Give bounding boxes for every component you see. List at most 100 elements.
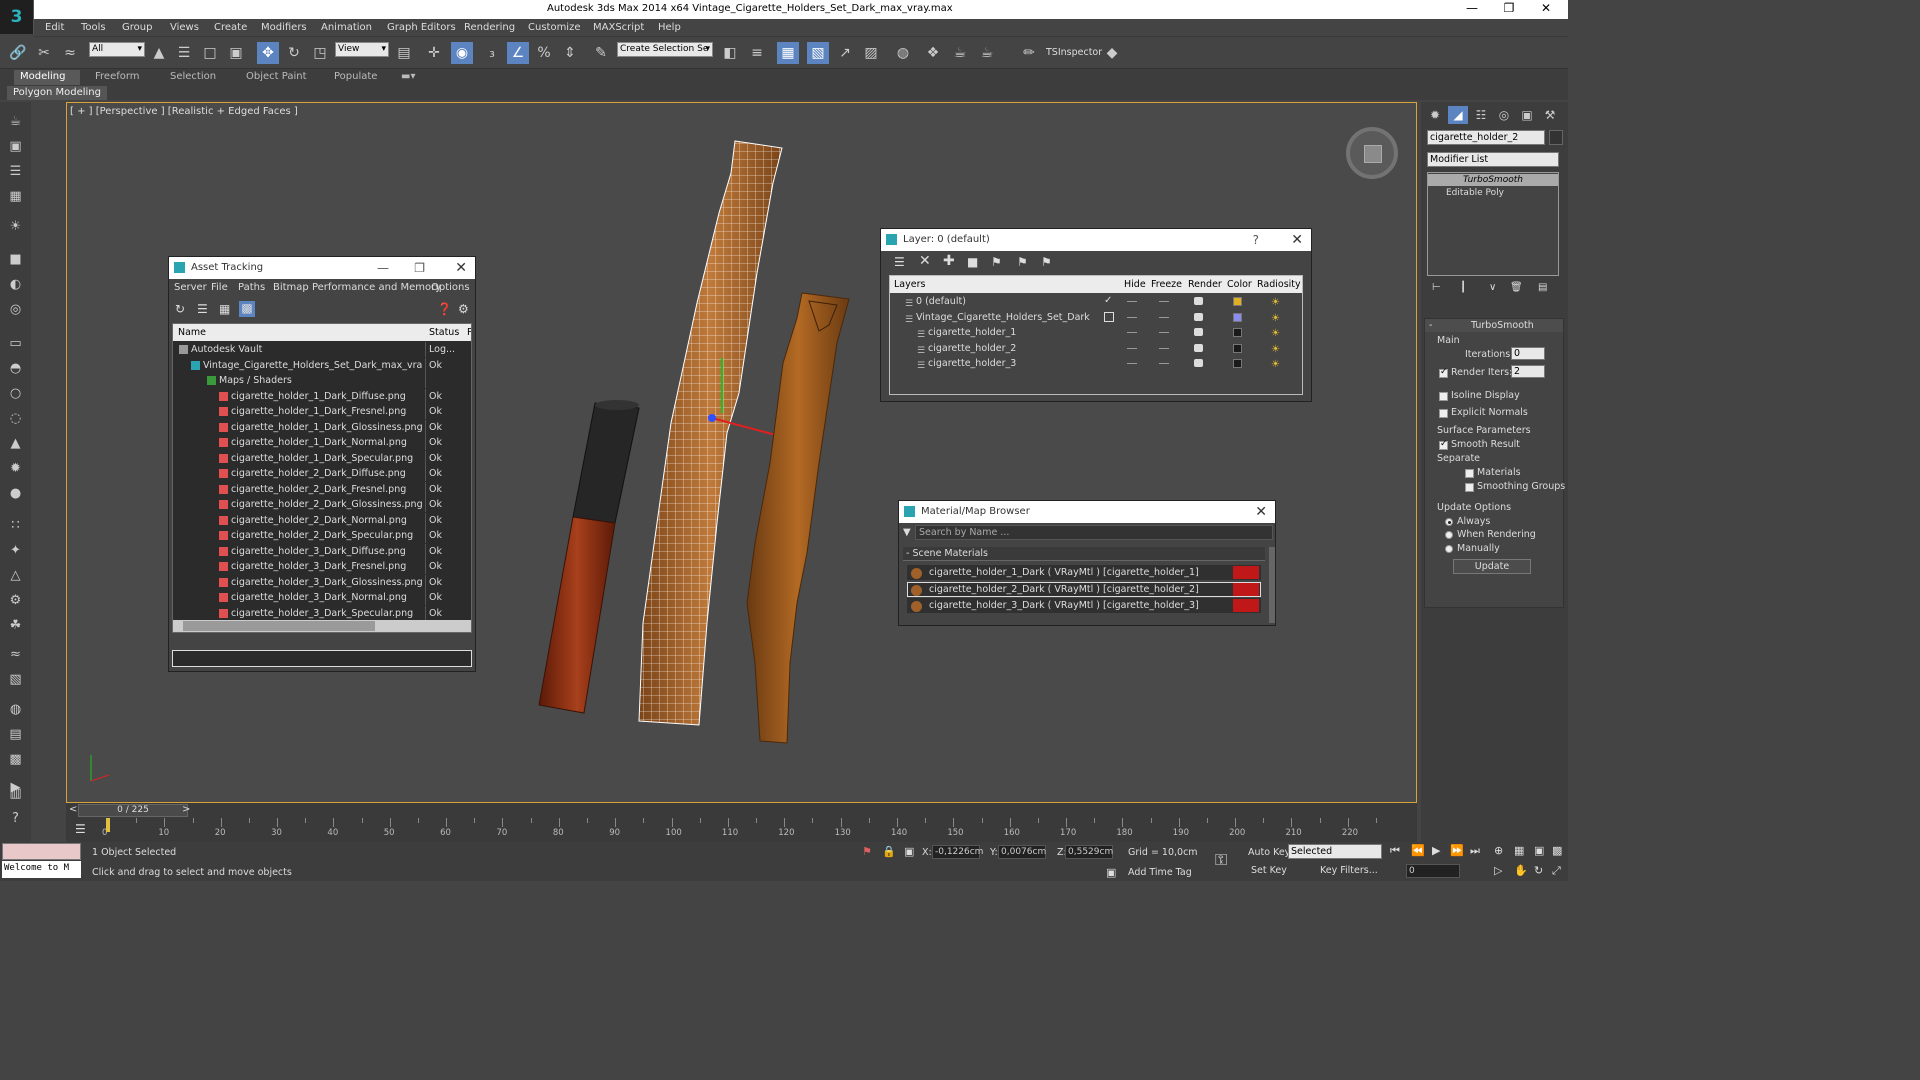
tsinspector-label[interactable]: TSInspector (1046, 47, 1102, 58)
maxscript-listener-top[interactable] (2, 843, 81, 860)
asset-row[interactable]: Autodesk Vault Log... (173, 342, 471, 358)
angle-snap-icon[interactable]: ∠ (507, 42, 529, 64)
minimize-button[interactable]: — (1457, 1, 1487, 15)
leaf-icon[interactable]: ☘ (6, 616, 25, 635)
asset-row[interactable]: cigarette_holder_1_Dark_Fresnel.png Ok (173, 404, 471, 420)
auto-key-button[interactable]: Auto Key (1248, 847, 1290, 858)
highlight-icon[interactable]: ⚑ (991, 255, 1002, 269)
asset-row[interactable]: cigarette_holder_2_Dark_Diffuse.png Ok (173, 466, 471, 482)
sun-icon[interactable]: ✹ (6, 459, 25, 478)
teapot-icon[interactable]: ☕ (6, 112, 25, 131)
render-teapot-icon[interactable] (1194, 343, 1203, 352)
asset-row[interactable]: cigarette_holder_1_Dark_Diffuse.png Ok (173, 388, 471, 405)
layer-close-button[interactable]: ✕ (1291, 229, 1303, 251)
tsinspector-icon[interactable]: ✏ (1018, 42, 1040, 64)
material-browser-titlebar[interactable]: Material/Map Browser ✕ (899, 501, 1275, 523)
maximize-button[interactable]: ❐ (1494, 1, 1524, 15)
asset-row[interactable]: cigarette_holder_1_Dark_Glossiness.png Ok (173, 419, 471, 436)
help-icon[interactable]: ❓ (437, 302, 452, 316)
freeze-all-icon[interactable]: ⚑ (1041, 255, 1052, 269)
asset-row[interactable]: cigarette_holder_2_Dark_Fresnel.png Ok (173, 481, 471, 498)
snaps-toggle-icon[interactable]: ₃ (481, 42, 503, 64)
close-button[interactable]: ✕ (1531, 1, 1561, 15)
layer-list[interactable]: Layers Hide Freeze Render Color Radiosit… (889, 275, 1303, 395)
camera-icon[interactable]: ■ (6, 250, 25, 269)
freeze-toggle[interactable] (1159, 301, 1169, 302)
menu-tools[interactable]: Tools (81, 22, 106, 33)
column-hide[interactable]: Hide (1124, 279, 1146, 290)
display-tab-icon[interactable]: ▣ (1517, 106, 1537, 124)
layer-dialog[interactable]: Layer: 0 (default) ? ✕ ☰ ✕ ✚ ■ ⚑ ⚑ ⚑ Lay… (880, 228, 1312, 402)
hide-toggle[interactable] (1127, 363, 1137, 364)
spinner-snap-icon[interactable]: ⇕ (559, 42, 581, 64)
schematic-view-icon[interactable]: ▨ (860, 42, 882, 64)
new-layer-icon[interactable]: ☰ (894, 255, 905, 269)
link-icon[interactable]: 🔗 (7, 42, 29, 64)
hide-all-icon[interactable]: ⚑ (1017, 255, 1028, 269)
asset-row[interactable]: cigarette_holder_2_Dark_Normal.png Ok (173, 512, 471, 529)
asset-minimize-button[interactable]: — (377, 257, 389, 279)
dome-icon[interactable]: ◓ (6, 359, 25, 378)
asset-horizontal-scrollbar[interactable] (173, 620, 471, 632)
track-bar[interactable]: ☰ 0 10 20 30 40 50 60 70 80 90 100 110 120 130 140 150 1… (66, 818, 1417, 842)
rotate-icon[interactable]: ↻ (283, 42, 305, 64)
lock-icon[interactable]: 🔒 (882, 845, 896, 858)
maximize-viewport-icon[interactable]: ⤢ (1552, 864, 1561, 878)
next-frame-icon[interactable]: ⏩ (1450, 844, 1464, 857)
x-coordinate-field[interactable]: -0,1226cm (932, 845, 983, 859)
menu-help[interactable]: Help (658, 22, 681, 33)
tab-object-paint[interactable]: Object Paint (240, 70, 313, 85)
material-browser-close-button[interactable]: ✕ (1255, 501, 1267, 523)
hide-toggle[interactable] (1127, 332, 1137, 333)
isolate-icon[interactable]: ⚑ (862, 845, 872, 858)
stack-item-editable-poly[interactable]: Editable Poly (1428, 187, 1558, 199)
time-next-button[interactable]: > (182, 804, 190, 815)
curve-editor-icon[interactable]: ↗ (834, 42, 856, 64)
column-radiosity[interactable]: Radiosity (1257, 279, 1301, 290)
layer-row[interactable]: cigarette_holder_2 ☰ ☀ (890, 341, 1302, 357)
asset-row[interactable]: Maps / Shaders (173, 373, 471, 389)
layer-color-swatch[interactable] (1233, 328, 1242, 337)
select-object-icon[interactable]: ▲ (148, 42, 170, 64)
iterations-spinner[interactable]: 0 (1511, 347, 1545, 360)
sphere-icon[interactable]: ○ (6, 384, 25, 403)
render-teapot-icon[interactable] (1194, 312, 1203, 321)
pivot-center-icon[interactable]: ▤ (393, 42, 415, 64)
hide-toggle[interactable] (1127, 347, 1137, 349)
asset-row[interactable]: cigarette_holder_1_Dark_Specular.png Ok (173, 450, 471, 467)
layer-row[interactable]: cigarette_holder_3 ☰ ☀ (890, 356, 1302, 372)
delete-layer-icon[interactable]: ✕ (919, 253, 931, 269)
asset-row[interactable]: cigarette_holder_1_Dark_Normal.png Ok (173, 435, 471, 451)
render-teapot-icon[interactable] (1194, 359, 1203, 367)
hierarchy-tab-icon[interactable]: ☷ (1471, 106, 1491, 124)
render-iters-checkbox[interactable] (1439, 367, 1448, 378)
column-layers[interactable]: Layers (894, 279, 925, 290)
asset-row[interactable]: cigarette_holder_3_Dark_Glossiness.png Ok (173, 574, 471, 591)
material-map-browser[interactable]: Material/Map Browser ✕ ▼ Search by Name … (898, 500, 1276, 626)
asset-list[interactable]: Name Status P Autodesk Vault Log... Vintag… (172, 323, 472, 633)
plane-icon[interactable]: ▭ (6, 334, 25, 353)
freeze-toggle[interactable] (1159, 332, 1169, 333)
current-frame-marker[interactable] (106, 818, 110, 832)
smooth-result-checkbox[interactable] (1439, 439, 1448, 450)
layer-row[interactable]: cigarette_holder_1 ☰ ☀ (890, 325, 1302, 341)
gear-icon[interactable]: ⚙ (6, 591, 25, 610)
active-layer-checkbox[interactable] (1104, 311, 1114, 322)
object-color-swatch[interactable] (1549, 130, 1563, 145)
isoline-display-checkbox[interactable] (1439, 392, 1448, 401)
list-view-icon[interactable]: ☰ (197, 302, 208, 316)
turbosmooth-header[interactable]: - TurboSmooth (1425, 319, 1563, 332)
align-icon[interactable]: ≡ (746, 42, 768, 64)
render-setup-icon[interactable]: ❖ (922, 42, 944, 64)
radiosity-icon[interactable]: ☀ (1271, 342, 1280, 357)
key-filters-button[interactable]: Key Filters... (1320, 865, 1378, 876)
select-objects-icon[interactable]: ■ (967, 255, 978, 269)
layer-dialog-titlebar[interactable]: Layer: 0 (default) ? ✕ (881, 229, 1311, 251)
layer-help-button[interactable]: ? (1253, 229, 1259, 251)
material-editor-icon[interactable]: ◍ (892, 42, 914, 64)
layer-color-swatch[interactable] (1233, 297, 1242, 306)
when-rendering-radio[interactable] (1445, 531, 1453, 539)
material-scrollbar[interactable] (1269, 547, 1275, 623)
system-icon[interactable]: ◎ (6, 300, 25, 319)
update-button[interactable]: Update (1453, 559, 1531, 574)
